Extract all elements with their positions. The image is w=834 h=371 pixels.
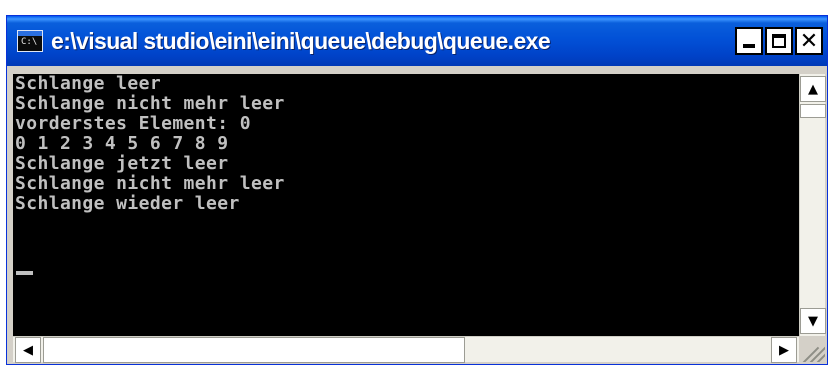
scroll-right-button[interactable]: ▶ bbox=[771, 337, 797, 363]
maximize-icon bbox=[772, 34, 786, 48]
scroll-up-button[interactable]: ▲ bbox=[800, 76, 826, 102]
console-output[interactable]: Schlange leer Schlange nicht mehr leer v… bbox=[13, 74, 799, 336]
resize-grip[interactable] bbox=[799, 336, 825, 362]
title-bar[interactable]: C:\ e:\visual studio\eini\eini\queue\deb… bbox=[7, 16, 827, 66]
arrow-left-icon: ◀ bbox=[23, 342, 33, 358]
arrow-down-icon: ▼ bbox=[808, 313, 818, 329]
console-line: Schlange jetzt leer bbox=[15, 153, 229, 174]
console-line: Schlange leer bbox=[15, 74, 162, 94]
maximize-button[interactable] bbox=[765, 27, 793, 55]
console-line: Schlange nicht mehr leer bbox=[15, 173, 285, 194]
horizontal-scrollbar[interactable]: ◀ ▶ bbox=[13, 336, 799, 363]
icon-prompt-text: C:\ bbox=[21, 37, 38, 47]
vertical-scroll-thumb[interactable] bbox=[800, 104, 826, 118]
arrow-up-icon: ▲ bbox=[808, 81, 818, 97]
horizontal-scroll-thumb[interactable] bbox=[43, 337, 465, 363]
console-line: Schlange nicht mehr leer bbox=[15, 93, 285, 114]
arrow-right-icon: ▶ bbox=[779, 342, 789, 358]
console-line: 0 1 2 3 4 5 6 7 8 9 bbox=[15, 133, 229, 154]
close-icon: ✕ bbox=[799, 28, 819, 54]
console-app-icon[interactable]: C:\ bbox=[17, 30, 43, 52]
minimize-button[interactable] bbox=[735, 27, 763, 55]
icon-title-strip bbox=[18, 31, 42, 36]
console-line: vorderstes Element: 0 bbox=[15, 113, 251, 134]
minimize-icon bbox=[743, 44, 755, 48]
console-window: C:\ e:\visual studio\eini\eini\queue\deb… bbox=[6, 15, 828, 365]
scroll-left-button[interactable]: ◀ bbox=[15, 337, 41, 363]
close-button[interactable]: ✕ bbox=[795, 27, 823, 55]
console-line: Schlange wieder leer bbox=[15, 193, 240, 214]
vertical-scrollbar[interactable]: ▲ ▼ bbox=[799, 74, 826, 336]
window-title: e:\visual studio\eini\eini\queue\debug\q… bbox=[51, 28, 551, 54]
text-cursor bbox=[16, 271, 33, 275]
scroll-down-button[interactable]: ▼ bbox=[800, 308, 826, 334]
